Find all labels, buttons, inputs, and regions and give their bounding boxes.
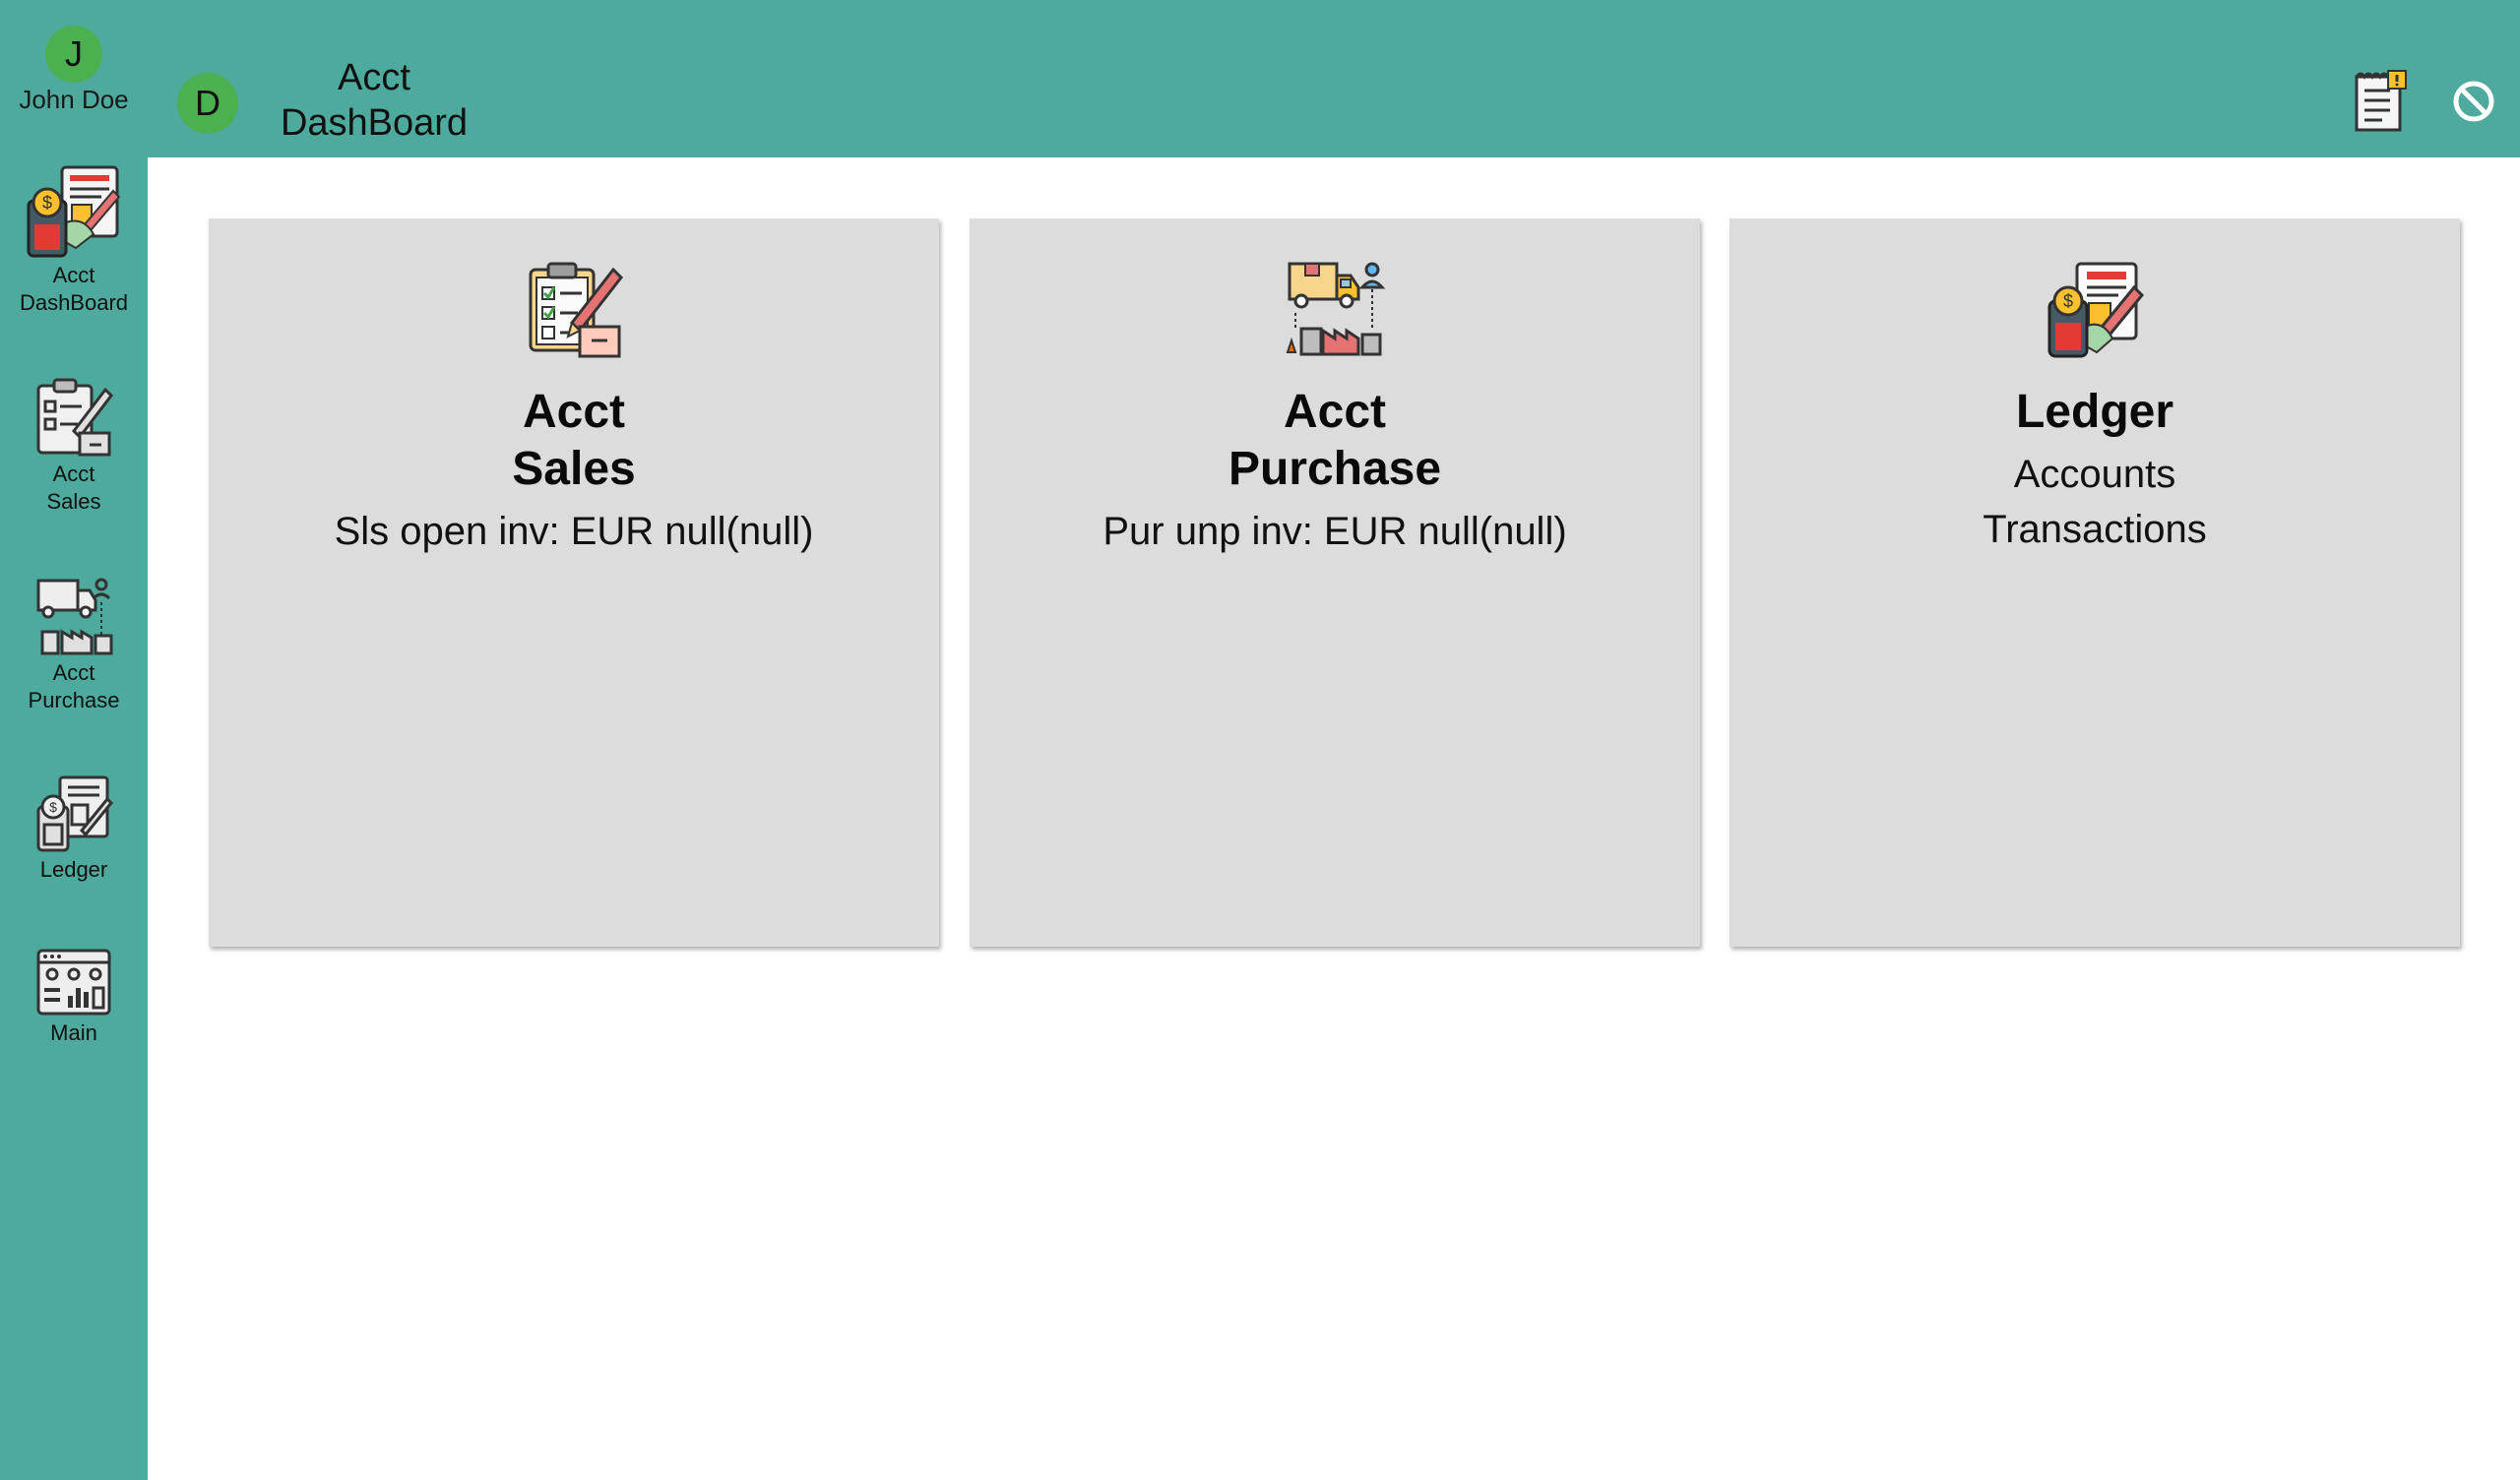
purchase-truck-factory-icon <box>36 578 113 655</box>
card-subtitle: Sls open inv: EUR null(null) <box>334 510 814 553</box>
user-profile[interactable]: J John Doe <box>0 26 148 114</box>
svg-text:$: $ <box>49 799 57 815</box>
sidebar-item-label: Ledger <box>39 857 108 882</box>
purchase-truck-factory-icon <box>1286 262 1386 356</box>
sidebar-item-acct-sales[interactable]: Acct Sales <box>0 376 148 516</box>
block-button[interactable] <box>2451 79 2496 129</box>
sidebar-item-label: Acct <box>52 660 95 685</box>
user-avatar[interactable]: J <box>45 26 102 83</box>
sidebar-item-label: DashBoard <box>19 290 129 315</box>
svg-text:$: $ <box>42 193 52 213</box>
ledger-icon: $ <box>2048 262 2145 358</box>
main-dashboard-icon <box>36 949 111 1016</box>
card-title-line: Purchase <box>1228 443 1442 495</box>
card-title: Acct Sales <box>209 384 939 498</box>
card-subtitle-line: Accounts <box>2013 453 2176 496</box>
card-subtitle-line: Transactions <box>1983 508 2207 551</box>
page-badge: D <box>177 73 238 134</box>
block-icon <box>2453 81 2494 122</box>
sidebar-item-acct-dashboard[interactable]: $ Acct DashBoard <box>0 161 148 317</box>
sidebar-item-label: Purchase <box>28 688 120 712</box>
user-name: John Doe <box>19 85 129 114</box>
card-title-line: Acct <box>522 386 626 438</box>
card-subtitle: Pur unp inv: EUR null(null) <box>1102 510 1567 553</box>
sales-checklist-icon <box>529 262 623 358</box>
sidebar-item-label: Main <box>50 1020 97 1045</box>
top-bar: D Acct DashBoard <box>148 0 2520 157</box>
page-title-line: DashBoard <box>280 102 469 144</box>
sidebar-item-main[interactable]: Main <box>0 947 148 1047</box>
notes-button[interactable] <box>2351 69 2410 139</box>
card-acct-sales[interactable]: Acct Sales Sls open inv: EUR null(null) <box>209 218 939 947</box>
sidebar-item-label: Sales <box>46 489 101 514</box>
card-title-line: Sales <box>512 443 636 495</box>
card-subtitle: Accounts Transactions <box>1730 447 2460 557</box>
sidebar-item-acct-purchase[interactable]: Acct Purchase <box>0 577 148 714</box>
card-title: Ledger <box>1730 384 2460 441</box>
card-title-line: Ledger <box>2015 386 2174 438</box>
accounting-dashboard-icon: $ <box>27 165 121 258</box>
card-title: Acct Purchase <box>970 384 1700 498</box>
card-acct-purchase[interactable]: Acct Purchase Pur unp inv: EUR null(null… <box>970 218 1700 947</box>
ledger-icon: $ <box>36 775 114 852</box>
sidebar-item-label: Acct <box>52 263 95 287</box>
notes-icon <box>2355 70 2407 132</box>
card-ledger[interactable]: $ Ledger Accounts Transactions <box>1730 218 2460 947</box>
sidebar: J John Doe $ Acct DashBoard Acct Sales A… <box>0 0 148 1480</box>
svg-text:$: $ <box>2063 291 2073 311</box>
page-title: Acct DashBoard <box>256 55 492 146</box>
sidebar-item-label: Acct <box>52 462 95 486</box>
page-title-line: Acct <box>338 57 410 98</box>
sidebar-item-ledger[interactable]: $ Ledger <box>0 773 148 884</box>
sales-checklist-icon <box>36 378 113 457</box>
card-title-line: Acct <box>1283 386 1387 438</box>
